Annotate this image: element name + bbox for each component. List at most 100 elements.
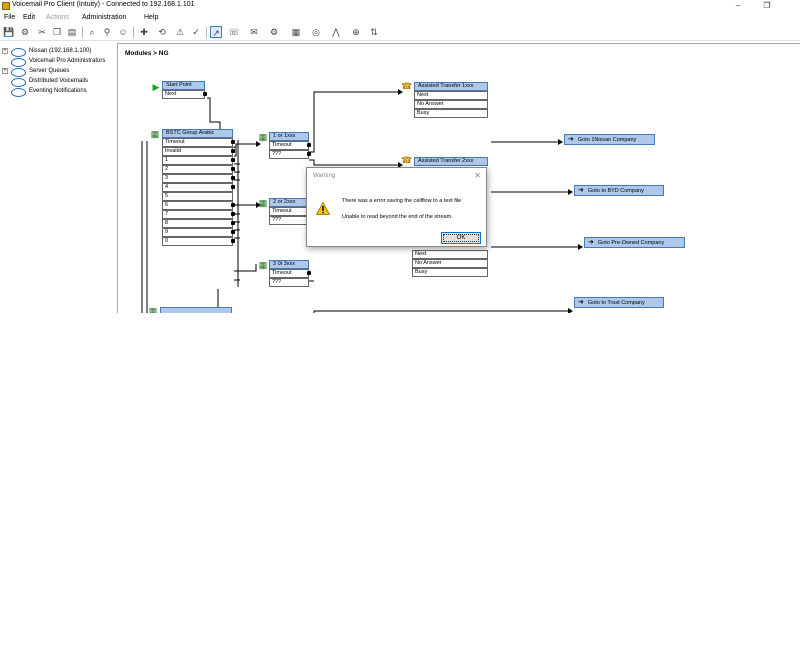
node-title: 2 or 2xxx [269,198,309,207]
transfer-icon: ☎ [401,81,413,91]
toolbar: 💾 ⚙ ✂ ❐ ▤ ⌕ ⚲ ☺ ✚ ⟲ ⚠ ✓ ↗ ☏ ✉ ⚙ ▦ ◎ ⋀ ⊕ … [0,24,800,41]
expand-icon[interactable]: + [2,68,8,74]
connector-port[interactable] [307,152,311,156]
node-row: 2 [162,165,233,174]
connector-port[interactable] [231,239,235,243]
connector-tool-icon[interactable]: ↗ [210,26,222,38]
node-row: Next [162,90,205,99]
goto-trust-company[interactable]: ➜ Goto to Trust Company [574,297,664,308]
node-title [160,307,232,313]
connector-port[interactable] [307,271,311,275]
ok-button[interactable]: OK [441,232,481,244]
configuration-actions-icon[interactable]: ⚙ [268,26,280,38]
node-row: ??? [269,150,309,159]
connector-port[interactable] [231,203,235,207]
connector-port[interactable] [203,92,207,96]
menu-administration[interactable]: Administration [82,14,126,21]
find-icon[interactable]: ⌕ [86,26,98,38]
connector-port[interactable] [231,212,235,216]
transfer-icon: ☎ [401,155,413,165]
cut-icon[interactable]: ✂ [36,26,48,38]
copy-icon[interactable]: ❐ [51,26,63,38]
restore-button[interactable]: ❐ [758,0,776,11]
menu-bar: File Edit Actions Administration Help [0,12,800,24]
close-icon[interactable]: ✕ [474,171,481,180]
folder-icon [11,67,26,77]
minimize-button[interactable]: – [729,0,747,11]
node-row: Next [412,250,488,259]
node-title: 3 0t 3xxx [269,260,309,269]
node-title: BSTC Group Arabic [162,129,233,138]
mailbox-actions-icon[interactable]: ✉ [248,26,260,38]
menu-help[interactable]: Help [144,14,158,21]
user-icon[interactable]: ☺ [117,26,129,38]
goto-arrow-icon: ➜ [588,239,594,246]
connector-port[interactable] [231,221,235,225]
save-icon[interactable]: 💾 [3,26,15,38]
node-title: Start Point [162,81,205,90]
goto-arrow-icon: ➜ [578,187,584,194]
node-title: Assisted Transfer 1xxx [414,82,488,91]
goto-byd-company[interactable]: ➜ Goto to BYD Company [574,185,664,196]
dialog-detail: Unable to read beyond the end of the str… [342,214,453,220]
connector-port[interactable] [231,140,235,144]
node-row: 5 [162,192,233,201]
node-title: 1 or 1xxx [269,132,309,141]
warning-dialog: Warning ✕ There was a error saving the c… [306,167,487,247]
node-row: Next [414,91,488,100]
connector-port[interactable] [231,176,235,180]
connector-port[interactable] [231,230,235,234]
telephony-actions-icon[interactable]: ☏ [228,26,240,38]
menu-module-icon: ▦ [258,198,268,208]
connector-port[interactable] [231,167,235,171]
breadcrumb: Modules > NG [125,50,169,57]
condition-icon[interactable]: ⟲ [156,26,168,38]
connect-icon[interactable]: ⚲ [101,26,113,38]
start-flag-icon: ▶ [152,82,160,92]
menu-file[interactable]: File [4,14,15,21]
node-row: Busy [412,268,488,277]
database-actions-icon[interactable]: ▦ [290,26,302,38]
goto-pre-owned-company[interactable]: ➜ Goto Pre-Owned Company [584,237,685,248]
queue-actions-icon[interactable]: ⊕ [350,26,362,38]
node-row: ??? [269,216,309,225]
menu-edit[interactable]: Edit [23,14,35,21]
condition-actions-icon[interactable]: ⋀ [330,26,342,38]
connector-port[interactable] [231,149,235,153]
menu-module-icon: ▦ [258,260,268,270]
goto-arrow-icon: ➜ [578,299,584,306]
save-as-icon[interactable]: ⚙ [19,26,31,38]
node-row: Timeout [269,207,309,216]
node-row: No Answer [412,259,488,268]
warning-tool-icon[interactable]: ⚠ [174,26,186,38]
toolbar-separator [82,27,83,38]
paste-icon[interactable]: ▤ [66,26,78,38]
goto-arrow-icon: ➜ [568,136,574,143]
text-actions-icon[interactable]: ⇅ [368,26,380,38]
title-bar: Voicemail Pro Client (Intuity) - Connect… [0,0,800,12]
navigation-tree: + Nissan (192.168.1.100) Voicemail Pro A… [0,43,113,313]
menu-actions[interactable]: Actions [46,14,69,21]
folder-icon [11,87,26,97]
node-row: ??? [269,278,309,287]
validate-icon[interactable]: ✓ [190,26,202,38]
connector-port[interactable] [231,185,235,189]
toolbar-separator [206,27,207,38]
folder-icon [11,77,26,87]
window-title: Voicemail Pro Client (Intuity) - Connect… [12,1,195,8]
menu-module-icon: ▦ [150,129,160,139]
folder-icon [11,57,26,67]
add-module-icon[interactable]: ✚ [138,26,150,38]
miscellaneous-actions-icon[interactable]: ◎ [310,26,322,38]
connector-port[interactable] [231,158,235,162]
node-row: 0 [162,237,233,246]
node-row: Busy [414,109,488,118]
menu-module-icon: ▦ [148,306,158,313]
goto-1nissan-company[interactable]: ➜ Goto 1Nissan Company [564,134,655,145]
node-row: 1 [162,156,233,165]
expand-icon[interactable]: + [2,48,8,54]
folder-icon [11,47,26,57]
node-row: 8 [162,219,233,228]
node-row: 4 [162,183,233,192]
connector-port[interactable] [307,143,311,147]
